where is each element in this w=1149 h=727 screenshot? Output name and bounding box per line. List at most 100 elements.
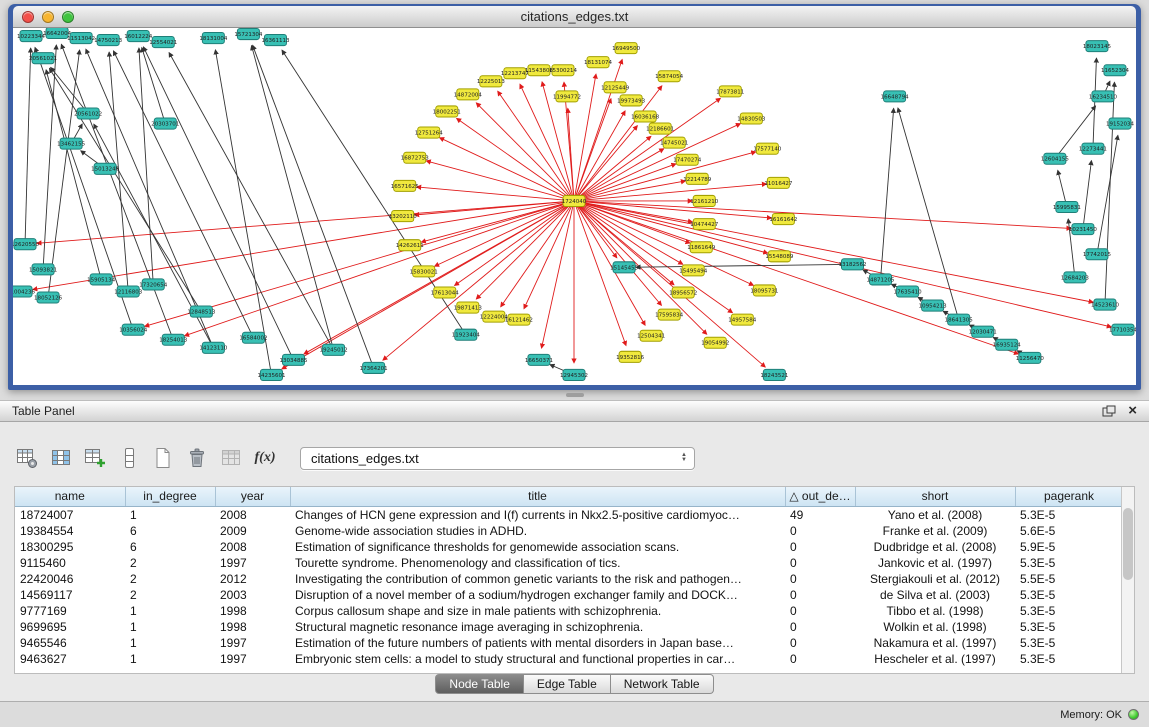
- network-edge[interactable]: [574, 60, 622, 201]
- network-edge[interactable]: [282, 201, 574, 369]
- network-edge[interactable]: [574, 201, 1071, 228]
- network-node[interactable]: 12161210: [690, 195, 719, 206]
- network-edge[interactable]: [215, 50, 271, 375]
- network-node[interactable]: 18052126: [34, 292, 63, 303]
- column-header[interactable]: △ out_de…: [785, 487, 855, 506]
- network-node[interactable]: 20561021: [29, 53, 57, 64]
- network-edge[interactable]: [457, 118, 574, 201]
- table-column-options-button[interactable]: [12, 443, 42, 473]
- network-edge[interactable]: [25, 48, 31, 244]
- network-node[interactable]: 18641305: [945, 314, 974, 325]
- network-node[interactable]: 13462155: [57, 138, 86, 149]
- network-node[interactable]: 16571625: [391, 180, 420, 191]
- network-node[interactable]: 13202110: [389, 211, 418, 222]
- table-row[interactable]: 1872400712008Changes of HCN gene express…: [15, 506, 1123, 523]
- table-row[interactable]: 946554611997Estimation of the future num…: [15, 635, 1123, 651]
- network-node[interactable]: 12214789: [683, 173, 712, 184]
- network-node[interactable]: 15548089: [765, 251, 794, 262]
- network-node[interactable]: 12504341: [637, 330, 665, 341]
- show-hide-columns-button[interactable]: [46, 443, 76, 473]
- tab-node-table[interactable]: Node Table: [435, 674, 524, 694]
- table-row[interactable]: 2242004622012Investigating the contribut…: [15, 571, 1123, 587]
- network-node[interactable]: 17470274: [673, 154, 702, 165]
- network-node[interactable]: 10474427: [690, 219, 719, 230]
- network-edge[interactable]: [881, 108, 894, 279]
- network-node[interactable]: 11652304: [1101, 65, 1130, 76]
- column-header[interactable]: pagerank: [1015, 487, 1123, 506]
- tab-edge-table[interactable]: Edge Table: [524, 674, 611, 694]
- row-height-button[interactable]: [114, 443, 144, 473]
- network-node[interactable]: 11994772: [553, 91, 581, 102]
- network-node[interactable]: 17613044: [431, 287, 460, 298]
- tab-network-table[interactable]: Network Table: [611, 674, 714, 694]
- network-node[interactable]: 15013246: [91, 163, 120, 174]
- network-node[interactable]: 16161642: [769, 214, 797, 225]
- network-node[interactable]: 14235601: [257, 369, 285, 380]
- network-edge[interactable]: [51, 68, 88, 114]
- network-edge[interactable]: [440, 138, 574, 201]
- network-node[interactable]: 15830021: [410, 266, 438, 277]
- network-edge[interactable]: [476, 103, 574, 201]
- panel-splitter-handle[interactable]: [0, 390, 1149, 400]
- network-node[interactable]: 15995831: [1053, 201, 1081, 212]
- network-node[interactable]: 14871205: [867, 274, 896, 285]
- network-edge[interactable]: [139, 48, 153, 284]
- network-node[interactable]: 13182562: [838, 259, 866, 270]
- network-node[interactable]: 18095731: [750, 285, 778, 296]
- network-edge[interactable]: [169, 53, 333, 350]
- network-edge[interactable]: [48, 50, 80, 297]
- network-node[interactable]: 17873811: [716, 86, 744, 97]
- network-node[interactable]: 16121462: [505, 314, 533, 325]
- network-edge[interactable]: [1083, 161, 1092, 229]
- network-node[interactable]: 10231450: [1069, 224, 1098, 235]
- network-node[interactable]: 11016427: [764, 177, 793, 188]
- network-node[interactable]: 12030471: [969, 326, 997, 337]
- network-node[interactable]: 12554021: [149, 37, 177, 48]
- network-node[interactable]: 16650371: [525, 354, 553, 365]
- network-node[interactable]: 11543808: [525, 65, 554, 76]
- column-header[interactable]: year: [215, 487, 290, 506]
- network-node[interactable]: 16361113: [261, 35, 290, 46]
- network-window-titlebar[interactable]: citations_edges.txt: [13, 6, 1136, 28]
- network-node[interactable]: 14745021: [660, 137, 688, 148]
- network-node[interactable]: 17320654: [139, 279, 168, 290]
- network-edge[interactable]: [43, 45, 56, 269]
- network-edge[interactable]: [417, 187, 574, 201]
- network-node[interactable]: 12620550: [13, 239, 40, 250]
- network-node[interactable]: 12945302: [560, 369, 588, 380]
- network-node[interactable]: 10356024: [119, 324, 148, 335]
- table-row[interactable]: 911546021997Tourette syndrome. Phenomeno…: [15, 555, 1123, 571]
- network-node[interactable]: 18131074: [584, 57, 613, 68]
- function-builder-button[interactable]: f(x): [250, 443, 280, 473]
- network-node[interactable]: 15905134: [87, 274, 116, 285]
- network-node[interactable]: 11004236: [13, 286, 36, 297]
- network-node[interactable]: 15093821: [29, 264, 57, 275]
- network-edge[interactable]: [1105, 82, 1115, 304]
- network-graph[interactable]: 1724040153002141813107412125449199734931…: [13, 28, 1136, 385]
- table-source-dropdown[interactable]: citations_edges.txt ▲▼: [300, 447, 695, 470]
- network-node[interactable]: 14957584: [728, 314, 757, 325]
- network-node[interactable]: 11513042: [67, 33, 95, 44]
- network-node[interactable]: 10954213: [919, 300, 948, 311]
- table-row[interactable]: 1830029562008Estimation of significance …: [15, 539, 1123, 555]
- network-edge[interactable]: [636, 264, 852, 267]
- network-node[interactable]: 14830503: [737, 113, 766, 124]
- network-node[interactable]: 15874054: [655, 71, 684, 82]
- network-edge[interactable]: [86, 49, 214, 348]
- network-node[interactable]: 17577140: [753, 143, 782, 154]
- network-edge[interactable]: [574, 201, 765, 367]
- network-node[interactable]: 12751264: [415, 127, 444, 138]
- network-edge[interactable]: [1093, 58, 1097, 149]
- table-row[interactable]: 1938455462009Genome-wide association stu…: [15, 523, 1123, 539]
- network-node[interactable]: 17595834: [655, 309, 684, 320]
- table-row[interactable]: 969969511998Structural magnetic resonanc…: [15, 619, 1123, 635]
- network-node[interactable]: 16648794: [881, 91, 910, 102]
- import-table-button[interactable]: [216, 443, 246, 473]
- network-edge[interactable]: [542, 201, 574, 348]
- column-header[interactable]: short: [855, 487, 1015, 506]
- network-edge[interactable]: [574, 201, 771, 218]
- table-scrollbar-thumb[interactable]: [1123, 508, 1133, 580]
- network-node[interactable]: 1724040: [562, 195, 587, 206]
- network-canvas[interactable]: 1724040153002141813107412125449199734931…: [13, 28, 1136, 385]
- network-edge[interactable]: [574, 201, 753, 285]
